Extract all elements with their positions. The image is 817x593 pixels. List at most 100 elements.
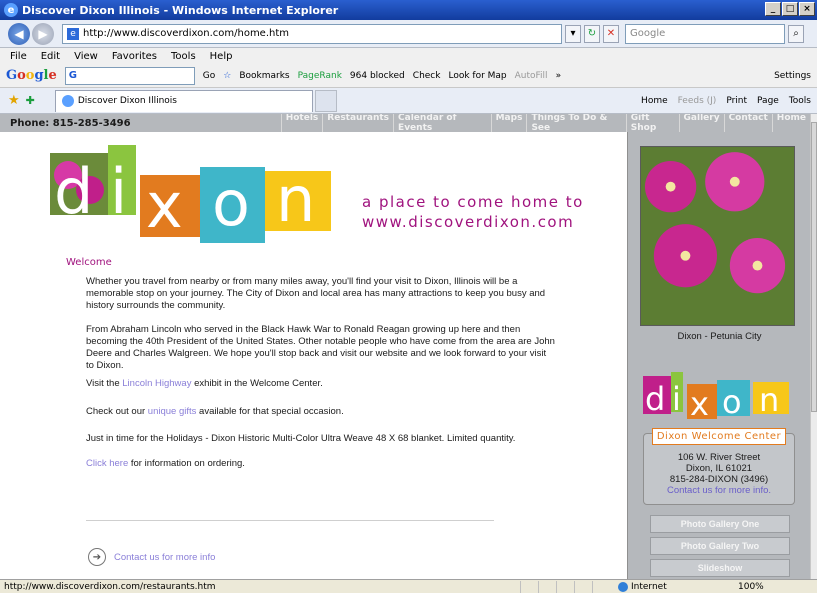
tab-label: Discover Dixon Illinois bbox=[77, 96, 177, 106]
address-bar: ◀ ▶ e http://www.discoverdixon.com/home.… bbox=[0, 20, 817, 48]
favorites-star-icon[interactable]: ★ bbox=[8, 93, 20, 108]
divider bbox=[86, 520, 494, 521]
tools-button[interactable]: Tools bbox=[789, 96, 811, 106]
stop-button[interactable]: ✕ bbox=[603, 24, 619, 43]
nav-contact[interactable]: Contact bbox=[723, 114, 772, 133]
maximize-button[interactable]: □ bbox=[782, 2, 798, 16]
contact-link[interactable]: Contact us for more info bbox=[114, 552, 215, 563]
main-content: d i x o n a place to come home to www.di… bbox=[0, 132, 627, 579]
svg-text:x: x bbox=[690, 385, 709, 419]
slideshow-button[interactable]: Slideshow bbox=[650, 559, 790, 577]
unique-gifts-link[interactable]: unique gifts bbox=[148, 406, 197, 417]
popup-blocked-button[interactable]: 964 blocked bbox=[350, 71, 405, 81]
home-button[interactable]: Home bbox=[641, 96, 668, 106]
minimize-button[interactable]: _ bbox=[765, 2, 781, 16]
window-title: Discover Dixon Illinois - Windows Intern… bbox=[22, 3, 339, 17]
svg-text:d: d bbox=[54, 155, 93, 228]
ordering-paragraph: Click here for information on ordering. bbox=[86, 458, 245, 469]
scrollbar-thumb[interactable] bbox=[811, 122, 817, 412]
url-input[interactable]: e http://www.discoverdixon.com/home.htm bbox=[62, 23, 562, 44]
url-dropdown-button[interactable]: ▾ bbox=[565, 24, 581, 43]
nav-calendar[interactable]: Calendar of Events bbox=[393, 114, 491, 133]
svg-text:n: n bbox=[276, 163, 315, 236]
back-button[interactable]: ◀ bbox=[8, 22, 30, 45]
refresh-button[interactable]: ↻ bbox=[584, 24, 600, 43]
dixon-logo: d i x o n bbox=[50, 145, 331, 243]
nav-things-to-do[interactable]: Things To Do & See bbox=[526, 114, 625, 133]
center-address-1: 106 W. River Street bbox=[677, 452, 761, 463]
nav-maps[interactable]: Maps bbox=[490, 114, 527, 133]
photo-gallery-one-button[interactable]: Photo Gallery One bbox=[650, 515, 790, 533]
page-button[interactable]: Page bbox=[757, 96, 779, 106]
ie-icon: e bbox=[4, 3, 18, 17]
tagline-url: www.discoverdixon.com bbox=[362, 213, 575, 231]
svg-text:d: d bbox=[645, 380, 665, 418]
menu-view[interactable]: View bbox=[74, 51, 98, 62]
site-phone: Phone: 815-285-3496 bbox=[10, 117, 131, 129]
menu-tools[interactable]: Tools bbox=[171, 51, 196, 62]
click-here-link[interactable]: Click here bbox=[86, 458, 128, 469]
menu-bar: File Edit View Favorites Tools Help bbox=[0, 48, 817, 64]
command-bar: Home Feeds (J) Print Page Tools bbox=[641, 96, 817, 106]
forward-button[interactable]: ▶ bbox=[32, 22, 54, 45]
welcome-heading: Welcome bbox=[66, 257, 112, 268]
more-button[interactable]: » bbox=[556, 71, 562, 81]
vertical-scrollbar[interactable] bbox=[810, 114, 817, 579]
tab-active[interactable]: Discover Dixon Illinois bbox=[54, 89, 313, 112]
menu-favorites[interactable]: Favorites bbox=[112, 51, 157, 62]
welcome-center-title: Dixon Welcome Center bbox=[652, 428, 786, 445]
settings-button[interactable]: Settings bbox=[774, 71, 817, 81]
search-placeholder: Google bbox=[630, 28, 666, 39]
center-address-2: Dixon, IL 61021 bbox=[685, 463, 753, 474]
gifts-paragraph: Check out our unique gifts available for… bbox=[86, 406, 344, 417]
window-controls: _ □ × bbox=[765, 2, 815, 16]
tagline: a place to come home to www.discoverdixo… bbox=[362, 192, 584, 232]
star-icon[interactable]: ☆ bbox=[223, 71, 231, 81]
lincoln-highway-link[interactable]: Lincoln Highway bbox=[122, 378, 191, 389]
center-contact-link[interactable]: Contact us for more info. bbox=[644, 485, 794, 496]
svg-text:x: x bbox=[146, 169, 183, 242]
nav-restaurants[interactable]: Restaurants bbox=[322, 114, 393, 133]
contact-row: ➔ Contact us for more info bbox=[88, 548, 215, 566]
status-bar: http://www.discoverdixon.com/restaurants… bbox=[0, 579, 817, 593]
google-search-input[interactable]: G bbox=[64, 66, 195, 85]
security-zone: Internet bbox=[618, 581, 708, 592]
arrow-circle-icon[interactable]: ➔ bbox=[88, 548, 106, 566]
status-cells bbox=[520, 580, 610, 593]
lookup-map-button[interactable]: Look for Map bbox=[448, 71, 506, 81]
tab-page-icon bbox=[61, 95, 74, 107]
nav-gift-shop[interactable]: Gift Shop bbox=[625, 114, 679, 133]
print-button[interactable]: Print bbox=[726, 96, 747, 106]
sidebar: Dixon - Petunia City d i x o n Dixon Wel… bbox=[627, 132, 810, 579]
intro-paragraph: Whether you travel from nearby or from m… bbox=[86, 276, 546, 311]
svg-text:i: i bbox=[672, 380, 681, 418]
close-button[interactable]: × bbox=[799, 2, 815, 16]
menu-edit[interactable]: Edit bbox=[41, 51, 60, 62]
nav-home[interactable]: Home bbox=[771, 114, 810, 133]
url-text: http://www.discoverdixon.com/home.htm bbox=[83, 28, 290, 39]
nav-gallery[interactable]: Gallery bbox=[678, 114, 724, 133]
photo-gallery-two-button[interactable]: Photo Gallery Two bbox=[650, 537, 790, 555]
feeds-button[interactable]: Feeds (J) bbox=[678, 96, 717, 106]
google-go-button[interactable]: Go bbox=[203, 71, 215, 81]
history-paragraph: From Abraham Lincoln who served in the B… bbox=[86, 324, 555, 371]
center-phone: 815-284-DIXON (3496) bbox=[669, 474, 769, 485]
tagline-line-1: a place to come home to bbox=[362, 193, 584, 211]
add-favorites-icon[interactable]: ✚ bbox=[26, 94, 35, 107]
page-viewport: Phone: 815-285-3496 Hotels Restaurants C… bbox=[0, 114, 817, 579]
svg-text:n: n bbox=[759, 381, 779, 419]
pagerank-button[interactable]: PageRank bbox=[298, 71, 342, 81]
search-input[interactable]: Google bbox=[625, 23, 785, 44]
spellcheck-button[interactable]: Check bbox=[413, 71, 441, 81]
autofill-button[interactable]: AutoFill bbox=[515, 71, 548, 81]
svg-text:i: i bbox=[110, 155, 127, 228]
search-icon[interactable]: ⌕ bbox=[788, 24, 804, 43]
bookmarks-button[interactable]: Bookmarks bbox=[239, 71, 289, 81]
new-tab-button[interactable] bbox=[314, 89, 337, 112]
menu-file[interactable]: File bbox=[10, 51, 27, 62]
nav-hotels[interactable]: Hotels bbox=[280, 114, 323, 133]
google-logo: Google bbox=[6, 68, 57, 83]
zoom-level[interactable]: 100% bbox=[738, 582, 764, 592]
window-titlebar: e Discover Dixon Illinois - Windows Inte… bbox=[0, 0, 817, 20]
menu-help[interactable]: Help bbox=[210, 51, 233, 62]
